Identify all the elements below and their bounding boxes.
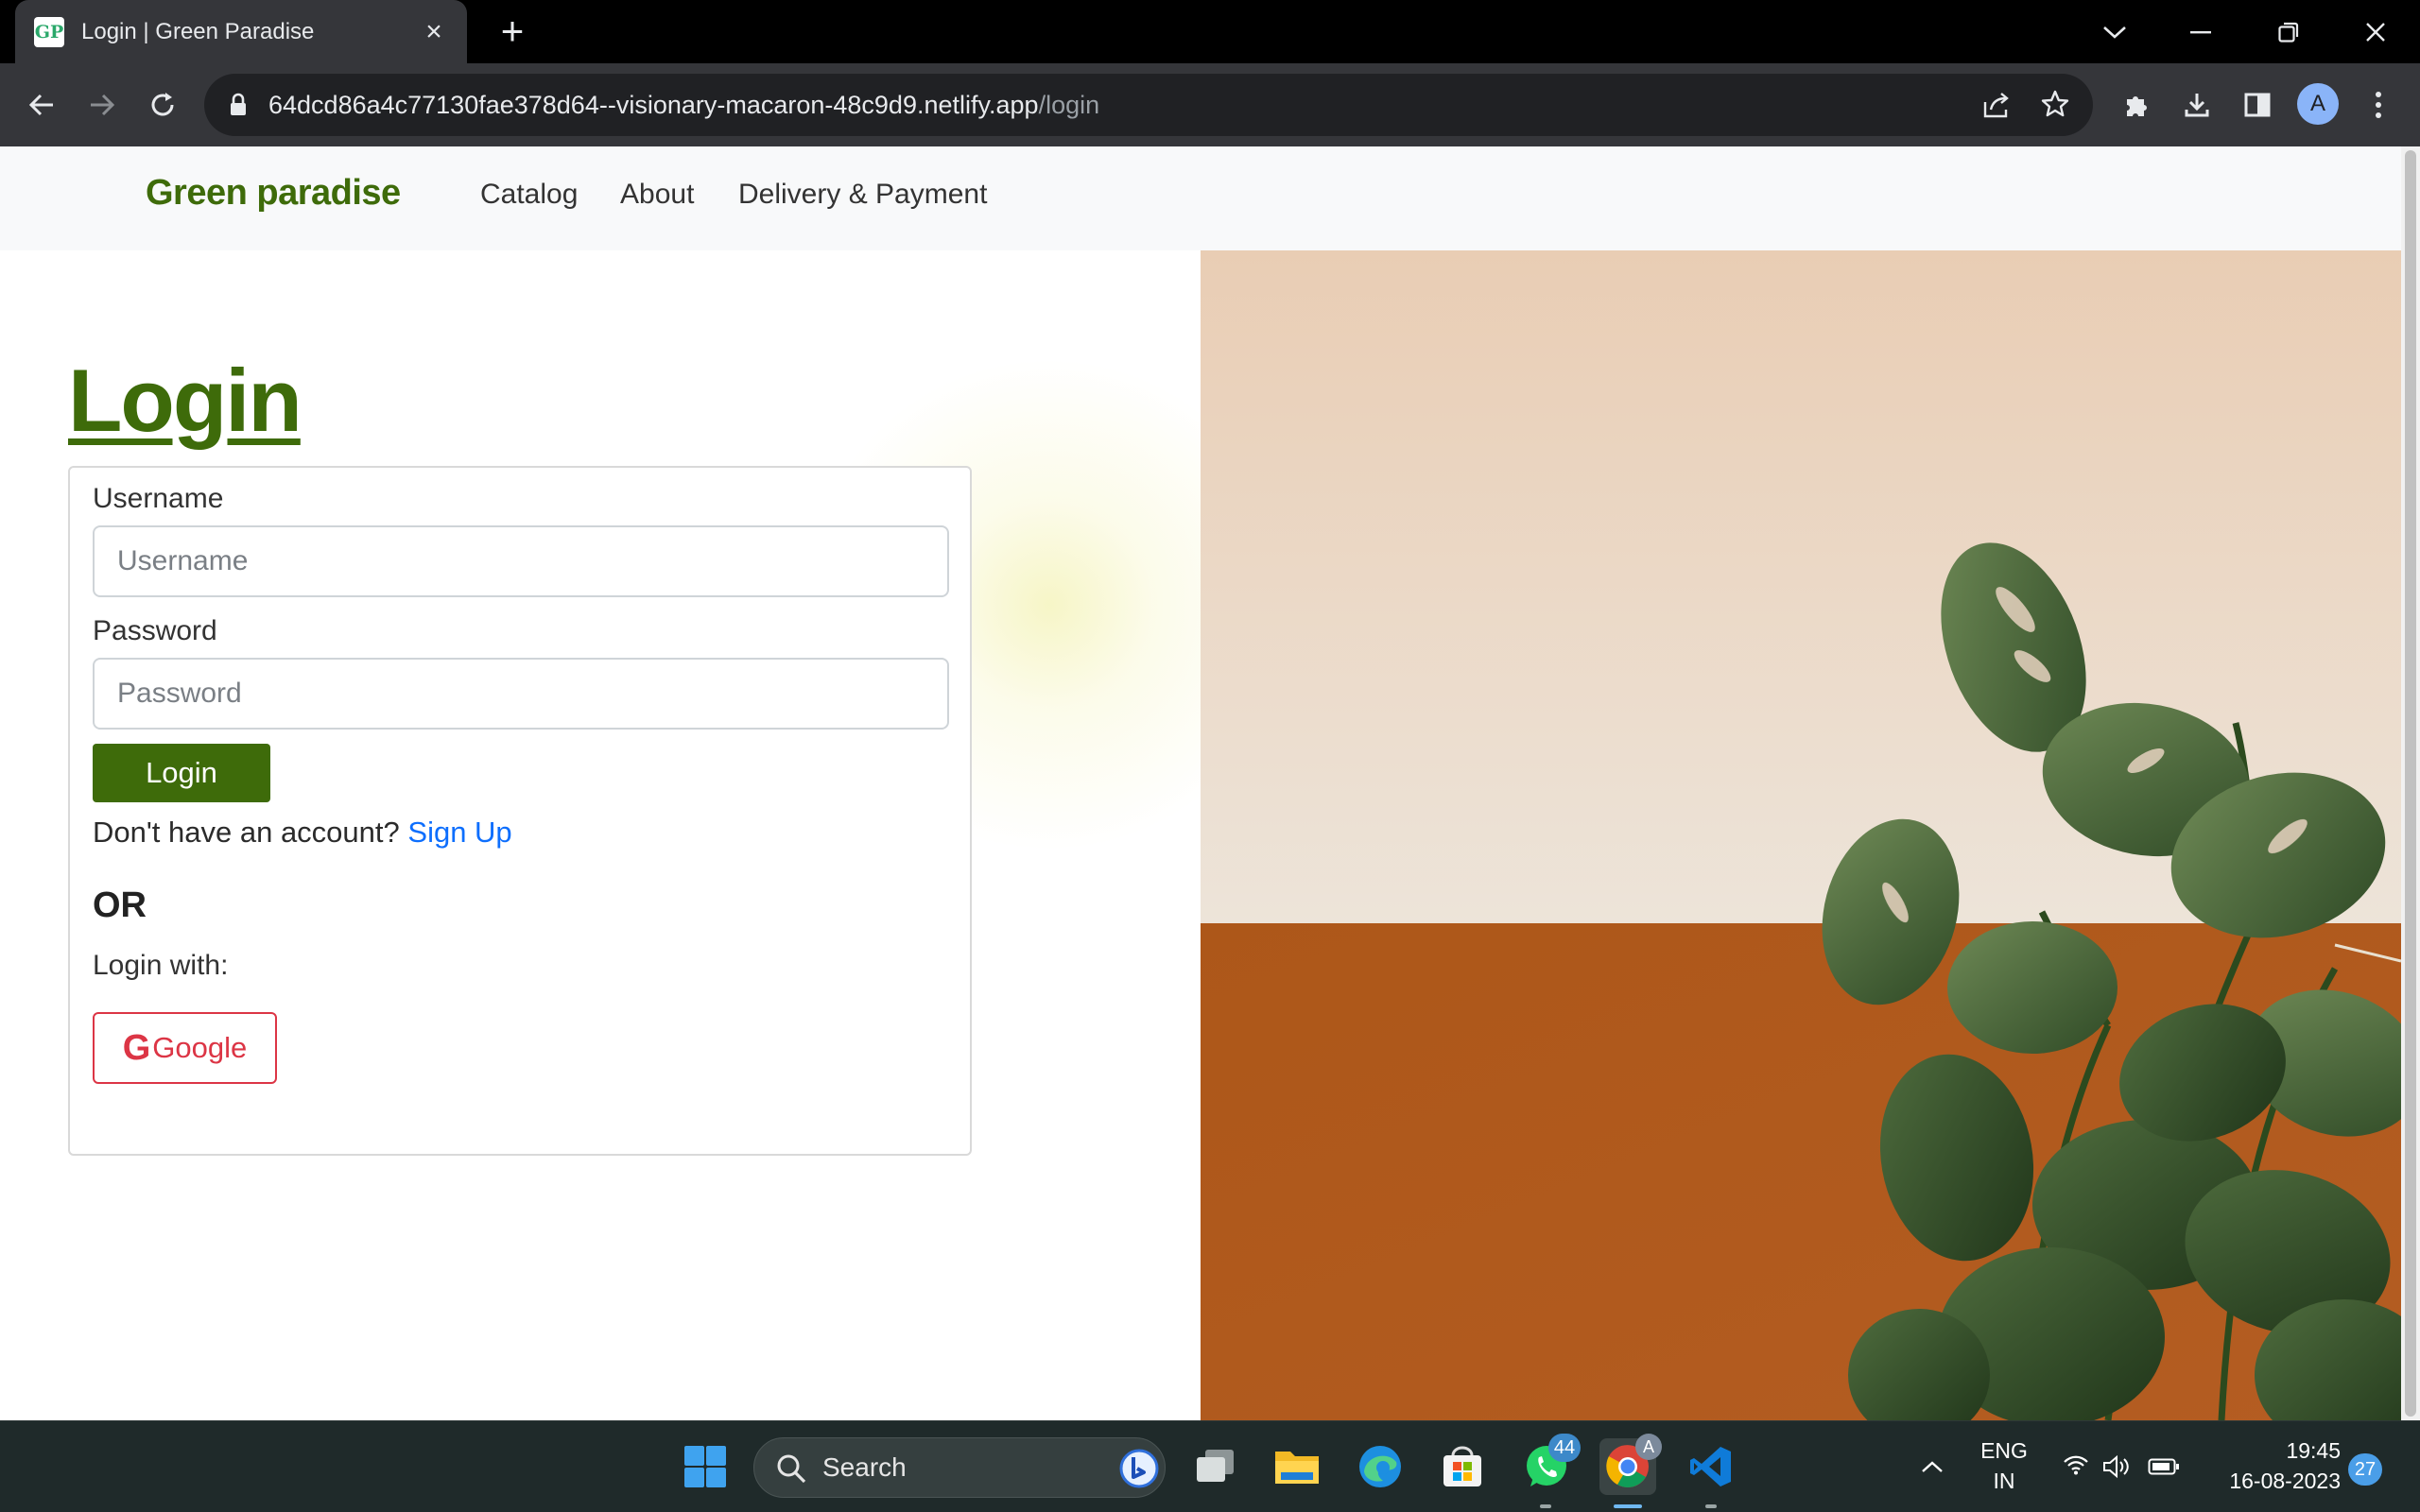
url-text: 64dcd86a4c77130fae378d64--visionary-maca…	[268, 74, 1099, 136]
windows-start-icon[interactable]	[677, 1438, 734, 1495]
volume-icon[interactable]	[2094, 1438, 2141, 1495]
sign-up-link[interactable]: Sign Up	[407, 816, 511, 849]
notification-count-badge[interactable]: 27	[2348, 1453, 2382, 1486]
tab-close-icon[interactable]: ×	[420, 16, 448, 48]
page-title: Login	[68, 351, 302, 450]
browser-menu-kebab-icon[interactable]	[2356, 82, 2401, 128]
wifi-icon	[2063, 1454, 2089, 1480]
monstera-plant-photo	[1201, 250, 2401, 1420]
taskbar-clock-date[interactable]: 16-08-2023	[2203, 1469, 2341, 1494]
share-icon[interactable]	[1981, 91, 2012, 124]
url-host: 64dcd86a4c77130fae378d64--visionary-maca…	[268, 91, 1039, 119]
bing-chat-icon[interactable]	[1119, 1449, 1159, 1493]
new-tab-icon[interactable]: +	[492, 10, 533, 52]
google-login-button[interactable]: G Google	[93, 1012, 277, 1084]
browser-tab-bar: GP Login | Green Paradise × +	[0, 0, 2420, 63]
vscode-running-indicator	[1705, 1504, 1717, 1508]
lock-icon[interactable]	[229, 93, 248, 122]
login-submit-button[interactable]: Login	[93, 744, 270, 802]
google-icon: G	[122, 1027, 151, 1068]
site-navbar: Green paradise Catalog About Delivery & …	[0, 146, 2401, 250]
page-scrollbar[interactable]	[2401, 146, 2420, 1420]
windows-taskbar: Search 44 A ENG IN 19:45 16-08-2023 27	[0, 1420, 2420, 1512]
url-path: /login	[1038, 91, 1100, 119]
file-explorer-icon[interactable]	[1269, 1438, 1325, 1495]
signup-prompt: Don't have an account? Sign Up	[93, 816, 512, 850]
whatsapp-unread-badge: 44	[1548, 1434, 1581, 1462]
login-form-card: Username Password Login Don't have an ac…	[68, 466, 972, 1156]
address-bar[interactable]: 64dcd86a4c77130fae378d64--visionary-maca…	[204, 74, 2093, 136]
site-favicon-icon: GP	[34, 16, 64, 47]
task-view-icon[interactable]	[1187, 1438, 1244, 1495]
show-hidden-icons-chevron-icon[interactable]	[1904, 1438, 1961, 1495]
battery-icon[interactable]	[2140, 1438, 2187, 1495]
tab-search-chevron-icon[interactable]	[2092, 9, 2137, 55]
taskbar-clock-time[interactable]: 19:45	[2203, 1438, 2341, 1464]
restore-window-icon[interactable]	[2266, 9, 2311, 55]
or-divider-text: OR	[93, 885, 147, 925]
language-indicator-primary[interactable]: ENG	[1976, 1438, 2032, 1464]
close-window-icon[interactable]	[2353, 9, 2398, 55]
extensions-puzzle-icon[interactable]	[2114, 82, 2159, 128]
site-brand-logo[interactable]: Green paradise	[146, 173, 401, 214]
microsoft-store-icon[interactable]	[1434, 1438, 1491, 1495]
nav-link-delivery-payment[interactable]: Delivery & Payment	[738, 179, 987, 211]
page-viewport: Green paradise Catalog About Delivery & …	[0, 146, 2420, 1420]
login-with-text: Login with:	[93, 950, 229, 981]
chrome-active-indicator	[1614, 1504, 1642, 1508]
tab-title: Login | Green Paradise	[81, 18, 315, 44]
whatsapp-running-indicator	[1540, 1504, 1551, 1508]
browser-tab-active[interactable]: GP Login | Green Paradise ×	[15, 0, 467, 63]
reload-icon[interactable]	[140, 82, 185, 128]
no-account-text: Don't have an account?	[93, 816, 400, 849]
browser-toolbar: 64dcd86a4c77130fae378d64--visionary-maca…	[0, 63, 2420, 146]
profile-avatar[interactable]: A	[2297, 83, 2339, 125]
language-indicator-secondary[interactable]: IN	[1976, 1469, 2032, 1494]
back-arrow-icon[interactable]	[19, 82, 64, 128]
forward-arrow-icon[interactable]	[79, 82, 125, 128]
password-label: Password	[93, 615, 217, 646]
vscode-icon[interactable]	[1683, 1438, 1739, 1495]
taskbar-search-placeholder: Search	[822, 1452, 907, 1482]
google-button-label: Google	[152, 1031, 248, 1064]
bookmark-star-icon[interactable]	[2040, 89, 2070, 124]
side-panel-icon[interactable]	[2235, 82, 2280, 128]
scrollbar-thumb[interactable]	[2405, 150, 2416, 1417]
edge-browser-icon[interactable]	[1352, 1438, 1409, 1495]
password-input[interactable]	[93, 658, 949, 730]
downloads-icon[interactable]	[2174, 82, 2220, 128]
username-label: Username	[93, 483, 224, 514]
search-icon	[775, 1452, 807, 1489]
minimize-window-icon[interactable]	[2178, 9, 2223, 55]
username-input[interactable]	[93, 525, 949, 597]
taskbar-search-box[interactable]: Search	[753, 1437, 1166, 1498]
chrome-profile-badge: A	[1635, 1434, 1662, 1460]
nav-link-about[interactable]: About	[620, 179, 694, 211]
nav-link-catalog[interactable]: Catalog	[480, 179, 578, 211]
